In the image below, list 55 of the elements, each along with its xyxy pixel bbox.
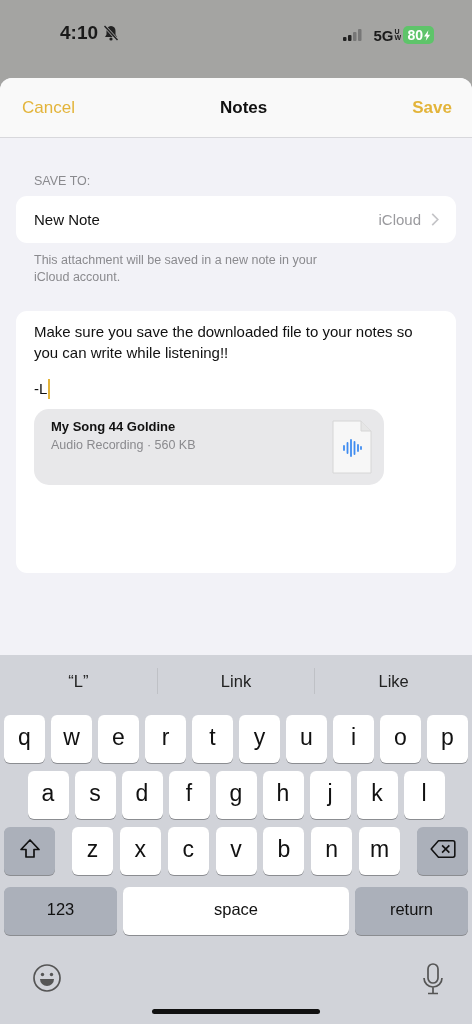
delete-icon (429, 839, 456, 859)
sheet-title: Notes (220, 97, 268, 118)
suggestion-button[interactable]: Link (157, 661, 315, 701)
letter-key[interactable]: z (71, 827, 113, 875)
letter-key[interactable]: y (239, 715, 280, 763)
attachment-subtitle: Audio Recording · 560 KB (51, 437, 196, 452)
letter-key[interactable]: j (309, 771, 351, 819)
letter-key[interactable]: b (263, 827, 305, 875)
delete-key[interactable] (417, 827, 468, 875)
letter-key[interactable]: w (51, 715, 92, 763)
letter-key[interactable]: d (121, 771, 163, 819)
letter-key[interactable]: a (27, 771, 69, 819)
letter-key[interactable]: p (427, 715, 468, 763)
letter-key[interactable]: e (98, 715, 139, 763)
attachment-title: My Song 44 Goldine (51, 418, 177, 434)
letter-key[interactable]: t (192, 715, 233, 763)
letter-key[interactable]: n (311, 827, 353, 875)
letter-key[interactable]: u (286, 715, 327, 763)
shift-icon (17, 837, 42, 861)
note-editor[interactable]: Make sure you save the downloaded file to your notes so you can write while listening!! -L My Song 44 Goldine Audio Recording · 560 KB (16, 310, 456, 573)
suggestion-button[interactable]: “L” (0, 661, 157, 701)
destination-row[interactable]: New Note iCloud (16, 196, 456, 243)
attachment-card[interactable]: My Song 44 Goldine Audio Recording · 560 KB (34, 408, 384, 485)
microphone-icon[interactable] (422, 963, 444, 995)
letter-key[interactable]: s (74, 771, 116, 819)
return-key[interactable]: return (355, 887, 468, 935)
battery-indicator: 80 (403, 26, 434, 44)
letter-key[interactable]: v (215, 827, 257, 875)
section-label: SAVE TO: (34, 174, 92, 188)
signature-text: -L (34, 380, 48, 398)
emoji-icon[interactable] (32, 963, 62, 993)
letter-key[interactable]: m (359, 827, 401, 875)
letter-key[interactable]: c (167, 827, 209, 875)
letter-key[interactable]: i (333, 715, 374, 763)
letter-key[interactable]: k (356, 771, 398, 819)
letter-key[interactable]: o (380, 715, 421, 763)
letter-key[interactable]: h (262, 771, 304, 819)
note-text: Make sure you save the downloaded file to your notes so you can write while listening!! (34, 321, 414, 363)
letter-key[interactable]: r (145, 715, 186, 763)
footnote-text: This attachment will be saved in a new note in your iCloud account. (34, 252, 318, 286)
shift-key[interactable] (4, 827, 55, 875)
letter-key[interactable]: l (403, 771, 445, 819)
letter-key[interactable]: q (4, 715, 45, 763)
audio-file-icon (332, 419, 372, 474)
status-time: 4:10 (60, 22, 99, 44)
space-key[interactable]: space (123, 887, 349, 935)
text-cursor (48, 378, 51, 399)
numbers-key[interactable]: 123 (4, 887, 117, 935)
letter-key[interactable]: x (119, 827, 161, 875)
chevron-icon (431, 213, 439, 226)
network-label: 5G (373, 26, 394, 44)
suggestion-button[interactable]: Like (315, 661, 472, 701)
letter-key[interactable]: g (215, 771, 257, 819)
letter-key[interactable]: f (168, 771, 210, 819)
signal-icon (342, 29, 363, 41)
